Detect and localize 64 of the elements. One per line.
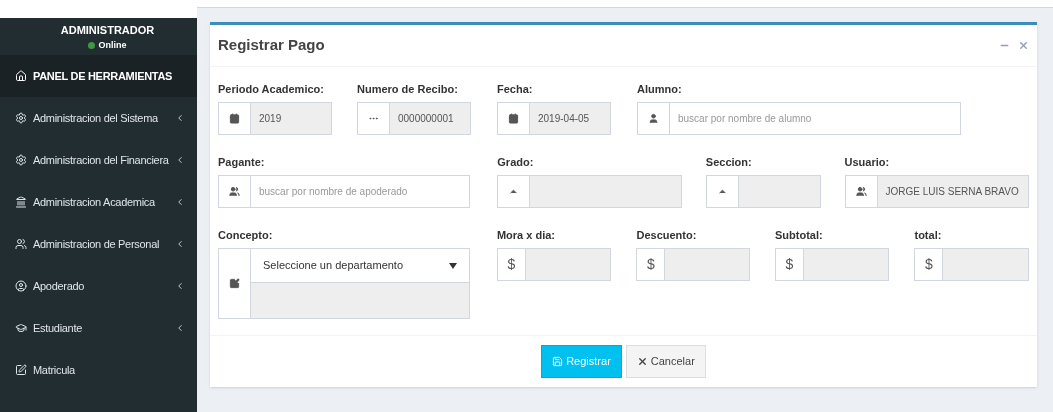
sidebar-item[interactable]: PANEL DE HERRAMIENTAS [0,55,197,97]
sidebar-item[interactable]: Administracion del Sistema [0,97,197,139]
chevron-left-icon [175,113,185,123]
currency-addon: $ [637,249,666,280]
chevron-left-icon [175,197,185,207]
close-icon [636,356,648,367]
input-field[interactable]: 2019 [218,102,332,135]
gear-icon [15,112,27,124]
currency-addon: $ [775,249,804,280]
field-label: Mora x dia: [496,228,556,241]
chevron-left-icon [175,239,185,249]
calendar-icon [229,113,240,124]
field-label: Periodo Academico: [218,82,325,95]
user-name: ADMINISTRADOR [60,23,155,38]
input-field[interactable]: 0000000001 [357,102,471,135]
input-field[interactable]: $ [774,248,890,281]
input-field[interactable] [705,175,821,208]
sidebar-item[interactable]: Administracion del Financiera [0,139,197,181]
graduation-cap-icon [15,322,27,334]
field-label: Fecha: [497,82,534,95]
edit-icon [15,364,27,376]
save-icon [552,356,564,367]
field-label: Alumno: [637,82,683,95]
close-icon[interactable] [1018,40,1029,51]
sidebar-item[interactable]: Estudiante [0,307,197,349]
currency-addon: $ [915,249,944,280]
field-label: Grado: [497,155,535,168]
field-label: Subtotal: [774,228,824,241]
users-icon [15,238,27,250]
input-field[interactable]: $ [636,248,750,281]
chevron-left-icon [175,323,185,333]
field-label: Pagante: [218,155,266,168]
input-field[interactable]: 2019-04-05 [497,102,611,135]
input-field[interactable]: JORGE LUIS SERNA BRAVO [844,175,1029,208]
sidebar-item[interactable]: Apoderado [0,265,197,307]
bank-icon [15,196,27,208]
field-label: Usuario: [844,155,891,168]
sidebar-item[interactable]: Matricula [0,349,197,391]
calendar-icon [508,113,519,124]
chevron-left-icon [175,155,185,165]
sidebar-item[interactable]: Administracion de Personal [0,223,197,265]
field-label: total: [914,228,943,241]
currency-addon: $ [497,249,526,280]
gear-icon [15,154,27,166]
edit-icon [229,278,240,289]
input-field[interactable]: $ [496,248,612,281]
caret-down-icon [448,262,457,269]
sidebar-item[interactable]: Administracion Academica [0,181,197,223]
users-icon [855,186,867,197]
chevron-left-icon [175,281,185,291]
field-label: Descuento: [636,228,698,241]
field-label: Seccion: [705,155,753,168]
users-icon [229,186,240,197]
panel-title: Registrar Pago [218,35,325,56]
input-field[interactable] [251,283,469,318]
input-field[interactable]: $ [914,248,1029,281]
home-icon [15,70,27,82]
cancel-button[interactable]: Cancelar [625,345,706,378]
field-label: Concepto: [218,228,274,241]
input-field[interactable] [497,175,682,208]
user-status: Online [98,38,127,52]
field-label: Numero de Recibo: [357,82,459,95]
user-icon [648,113,659,124]
user-circle-icon [15,280,27,292]
